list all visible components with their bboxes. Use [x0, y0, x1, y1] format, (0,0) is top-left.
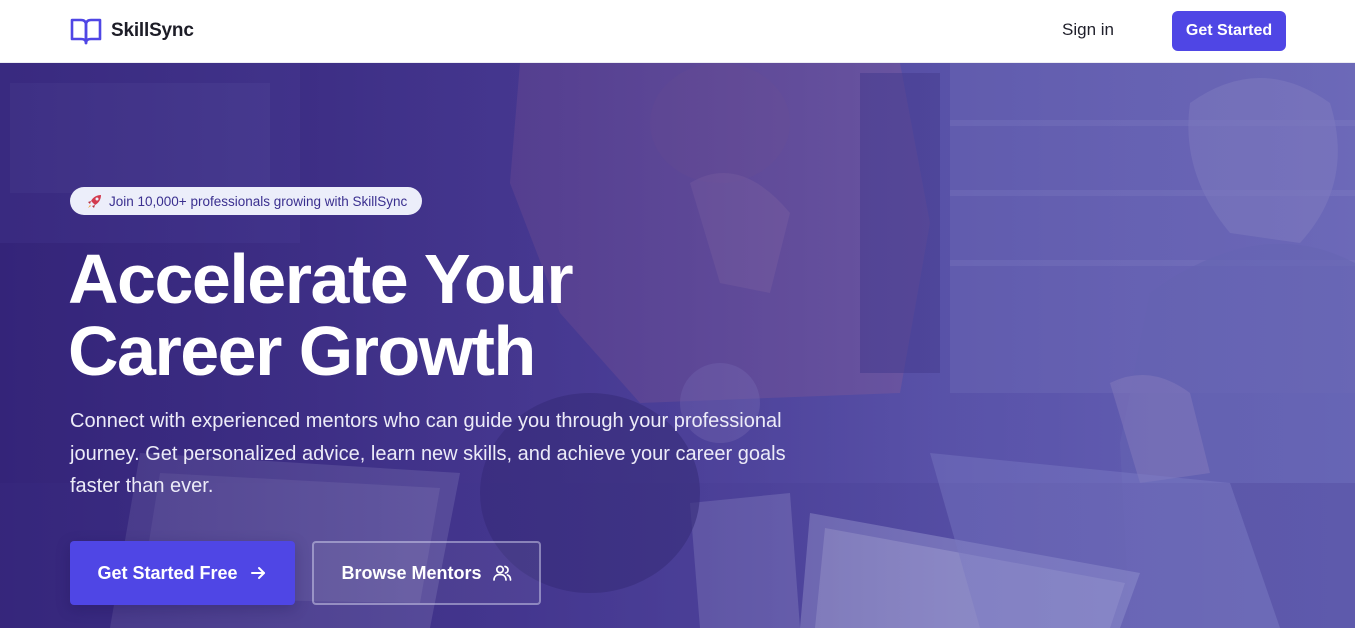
get-started-free-button[interactable]: Get Started Free — [70, 541, 295, 605]
book-open-icon — [70, 18, 102, 45]
brand-logo-link[interactable]: SkillSync — [70, 16, 194, 46]
hero-headline: Accelerate Your Career Growth — [68, 243, 768, 387]
brand-name: SkillSync — [111, 20, 194, 41]
badge-text: Join 10,000+ professionals growing with … — [109, 193, 408, 209]
get-started-free-label: Get Started Free — [97, 562, 238, 583]
hero-subtitle: Connect with experienced mentors who can… — [70, 410, 786, 497]
browse-mentors-button[interactable]: Browse Mentors — [312, 541, 541, 605]
headline-line-2: Career Growth — [68, 312, 536, 390]
rocket-icon — [88, 194, 101, 208]
hero-section: Join 10,000+ professionals growing with … — [0, 63, 1355, 628]
sign-in-link[interactable]: Sign in — [1062, 20, 1114, 40]
get-started-nav-button[interactable]: Get Started — [1172, 11, 1286, 51]
headline-line-1: Accelerate Your — [68, 240, 574, 318]
announcement-badge: Join 10,000+ professionals growing with … — [70, 187, 423, 215]
arrow-right-icon — [250, 567, 265, 579]
users-icon — [492, 565, 511, 581]
browse-mentors-label: Browse Mentors — [341, 562, 482, 583]
top-navbar: SkillSync Sign in Get Started — [0, 0, 1355, 63]
